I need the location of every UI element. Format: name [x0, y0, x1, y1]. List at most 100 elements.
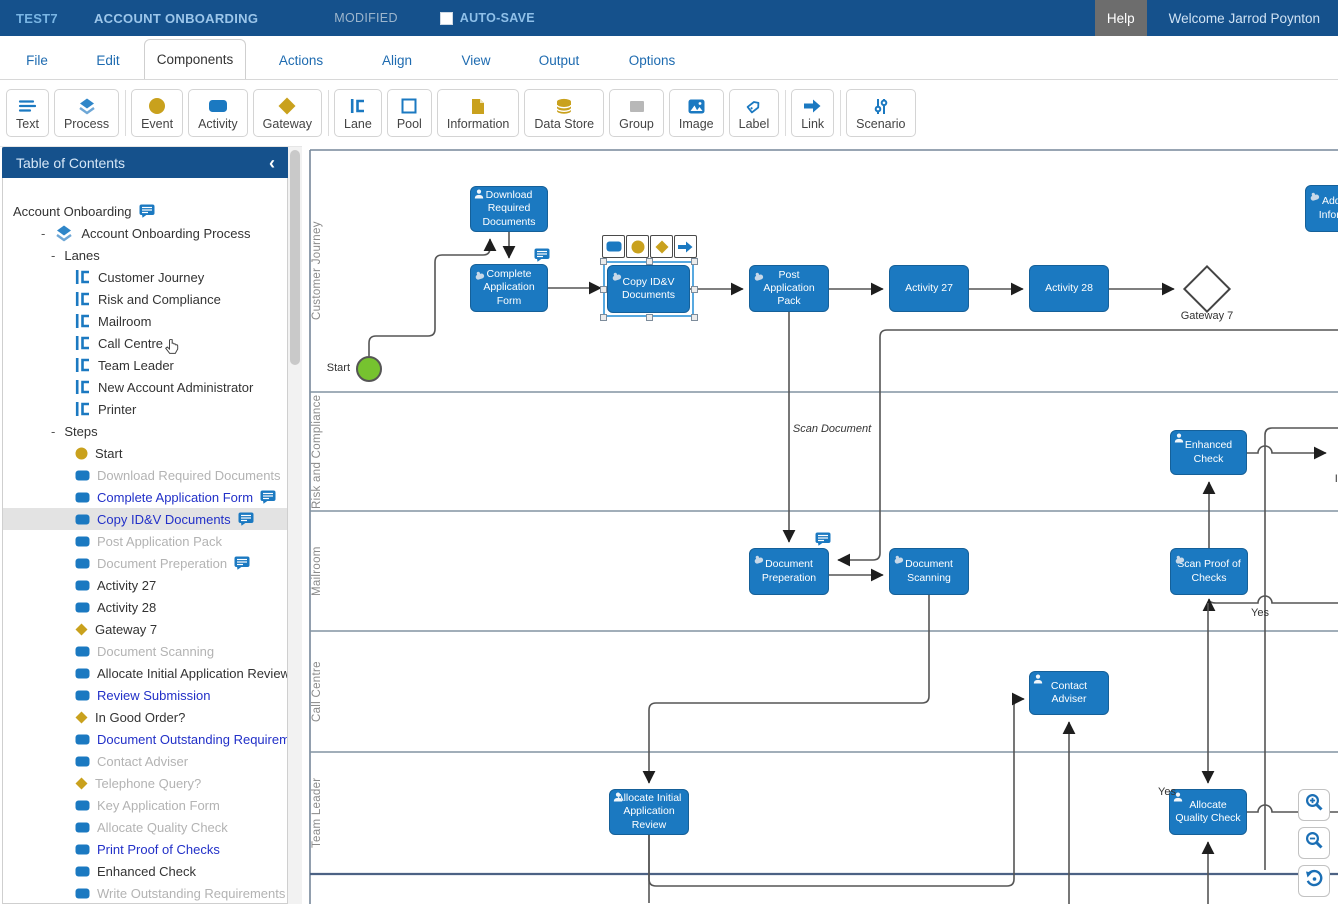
node-contact-adviser[interactable]: Contact Adviser: [1029, 671, 1109, 715]
toc-scrollbar-thumb[interactable]: [290, 150, 300, 365]
toc-item-activity-27[interactable]: Activity 27: [3, 574, 287, 596]
toc-item-customer-journey[interactable]: Customer Journey: [3, 266, 287, 288]
toc-item-call-centre[interactable]: Call Centre: [3, 332, 287, 354]
toc-item-write-outstanding-requirements[interactable]: Write Outstanding Requirements: [3, 882, 287, 903]
toc-item-mailroom[interactable]: Mailroom: [3, 310, 287, 332]
add-event-button[interactable]: [626, 235, 649, 258]
node-additional-information[interactable]: Additional Information: [1305, 185, 1338, 232]
toc-item-risk-and-compliance[interactable]: Risk and Compliance: [3, 288, 287, 310]
toc-item-contact-adviser[interactable]: Contact Adviser: [3, 750, 287, 772]
toc-item-document-preperation[interactable]: Document Preperation: [3, 552, 287, 574]
toc-item-post-application-pack[interactable]: Post Application Pack: [3, 530, 287, 552]
group-tool-button[interactable]: Group: [609, 89, 664, 137]
toc-item-allocate-quality-check[interactable]: Allocate Quality Check: [3, 816, 287, 838]
toc-item-start[interactable]: Start: [3, 442, 287, 464]
node-download-required-documents[interactable]: Download Required Documents: [470, 186, 548, 232]
activity-tool-button[interactable]: Activity: [188, 89, 248, 137]
toc-item-enhanced-check[interactable]: Enhanced Check: [3, 860, 287, 882]
selection-handle[interactable]: [646, 258, 653, 265]
tab-align[interactable]: Align: [356, 41, 438, 79]
comment-icon[interactable]: [238, 512, 254, 526]
data-store-tool-button[interactable]: Data Store: [524, 89, 604, 137]
selection-handle[interactable]: [646, 314, 653, 321]
link-tool-button[interactable]: Link: [791, 89, 834, 137]
information-tool-button[interactable]: Information: [437, 89, 520, 137]
collapse-toggle[interactable]: -: [51, 248, 55, 263]
image-tool-button[interactable]: Image: [669, 89, 724, 137]
zoom-in-button[interactable]: [1298, 789, 1330, 821]
node-activity-28[interactable]: Activity 28: [1029, 265, 1109, 312]
toc-item-account-onboarding-process[interactable]: -Account Onboarding Process: [3, 222, 287, 244]
node-scan-proof-of-checks[interactable]: Scan Proof of Checks: [1170, 548, 1248, 595]
tab-edit[interactable]: Edit: [72, 41, 144, 79]
tab-view[interactable]: View: [438, 41, 514, 79]
toc-item-gateway-7[interactable]: Gateway 7: [3, 618, 287, 640]
selection-handle[interactable]: [600, 314, 607, 321]
toc-item-account-onboarding[interactable]: Account Onboarding: [3, 200, 287, 222]
tab-components[interactable]: Components: [144, 39, 246, 79]
toc-item-in-good-order[interactable]: In Good Order?: [3, 706, 287, 728]
tab-file[interactable]: File: [2, 41, 72, 79]
toc-item-download-required-documents[interactable]: Download Required Documents: [3, 464, 287, 486]
lane-tool-button[interactable]: Lane: [334, 89, 382, 137]
node-activity-27[interactable]: Activity 27: [889, 265, 969, 312]
comment-icon[interactable]: [815, 532, 831, 551]
toc-item-steps[interactable]: -Steps: [3, 420, 287, 442]
toc-item-copy-id-v-documents[interactable]: Copy ID&V Documents: [3, 508, 287, 530]
selection-handle[interactable]: [600, 258, 607, 265]
collapse-toggle[interactable]: -: [51, 424, 55, 439]
node-enhanced-check[interactable]: Enhanced Check: [1170, 430, 1247, 475]
zoom-reset-button[interactable]: [1298, 865, 1330, 897]
autosave-checkbox[interactable]: [440, 12, 453, 25]
zoom-out-button[interactable]: [1298, 827, 1330, 859]
toc-item-complete-application-form[interactable]: Complete Application Form: [3, 486, 287, 508]
label-tool-button[interactable]: Label: [729, 89, 780, 137]
toc-item-key-application-form[interactable]: Key Application Form: [3, 794, 287, 816]
selection-handle[interactable]: [600, 286, 607, 293]
selection-handle[interactable]: [691, 314, 698, 321]
help-button[interactable]: Help: [1095, 0, 1147, 36]
node-start[interactable]: [356, 356, 382, 382]
collapse-toggle[interactable]: -: [41, 226, 45, 241]
node-allocate-initial-application-review[interactable]: Allocate Initial Application Review: [609, 789, 689, 835]
toc-item-new-account-administrator[interactable]: New Account Administrator: [3, 376, 287, 398]
tab-actions[interactable]: Actions: [246, 41, 356, 79]
selection-handle[interactable]: [691, 286, 698, 293]
event-tool-button[interactable]: Event: [131, 89, 183, 137]
comment-icon[interactable]: [260, 490, 276, 504]
node-document-scanning[interactable]: Document Scanning: [889, 548, 969, 595]
add-gateway-button[interactable]: [650, 235, 673, 258]
toc-item-telephone-query[interactable]: Telephone Query?: [3, 772, 287, 794]
toc-item-team-leader[interactable]: Team Leader: [3, 354, 287, 376]
comment-icon[interactable]: [139, 204, 155, 218]
toc-item-activity-28[interactable]: Activity 28: [3, 596, 287, 618]
node-document-preperation[interactable]: Document Preperation: [749, 548, 829, 595]
collapse-panel-icon[interactable]: ‹: [269, 154, 275, 172]
toc-item-printer[interactable]: Printer: [3, 398, 287, 420]
tab-output[interactable]: Output: [514, 41, 604, 79]
node-complete-application-form[interactable]: Complete Application Form: [470, 264, 548, 312]
add-activity-button[interactable]: [602, 235, 625, 258]
pool-tool-button[interactable]: Pool: [387, 89, 432, 137]
toc-item-review-submission[interactable]: Review Submission: [3, 684, 287, 706]
welcome-user[interactable]: Welcome Jarrod Poynton: [1169, 11, 1320, 26]
node-post-application-pack[interactable]: Post Application Pack: [749, 265, 829, 312]
comment-icon[interactable]: [534, 248, 550, 267]
gateway-tool-button[interactable]: Gateway: [253, 89, 322, 137]
comment-icon[interactable]: [234, 556, 250, 570]
selection-handle[interactable]: [691, 258, 698, 265]
toc-item-allocate-initial-application-review[interactable]: Allocate Initial Application Review: [3, 662, 287, 684]
toc-item-document-scanning[interactable]: Document Scanning: [3, 640, 287, 662]
toc-scrollbar[interactable]: [288, 147, 302, 904]
toc-item-print-proof-of-checks[interactable]: Print Proof of Checks: [3, 838, 287, 860]
add-link-button[interactable]: [674, 235, 697, 258]
text-tool-button[interactable]: Text: [6, 89, 49, 137]
tab-options[interactable]: Options: [604, 41, 700, 79]
toc-item-document-outstanding-requirem[interactable]: Document Outstanding Requirem: [3, 728, 287, 750]
diagram-canvas[interactable]: Customer JourneyRisk and ComplianceMailr…: [302, 146, 1338, 904]
scenario-tool-button[interactable]: Scenario: [846, 89, 915, 137]
node-copy-idv-documents[interactable]: Copy ID&V Documents: [607, 265, 690, 313]
toc-item-lanes[interactable]: -Lanes: [3, 244, 287, 266]
project-name[interactable]: TEST7: [16, 11, 58, 26]
process-tool-button[interactable]: Process: [54, 89, 119, 137]
